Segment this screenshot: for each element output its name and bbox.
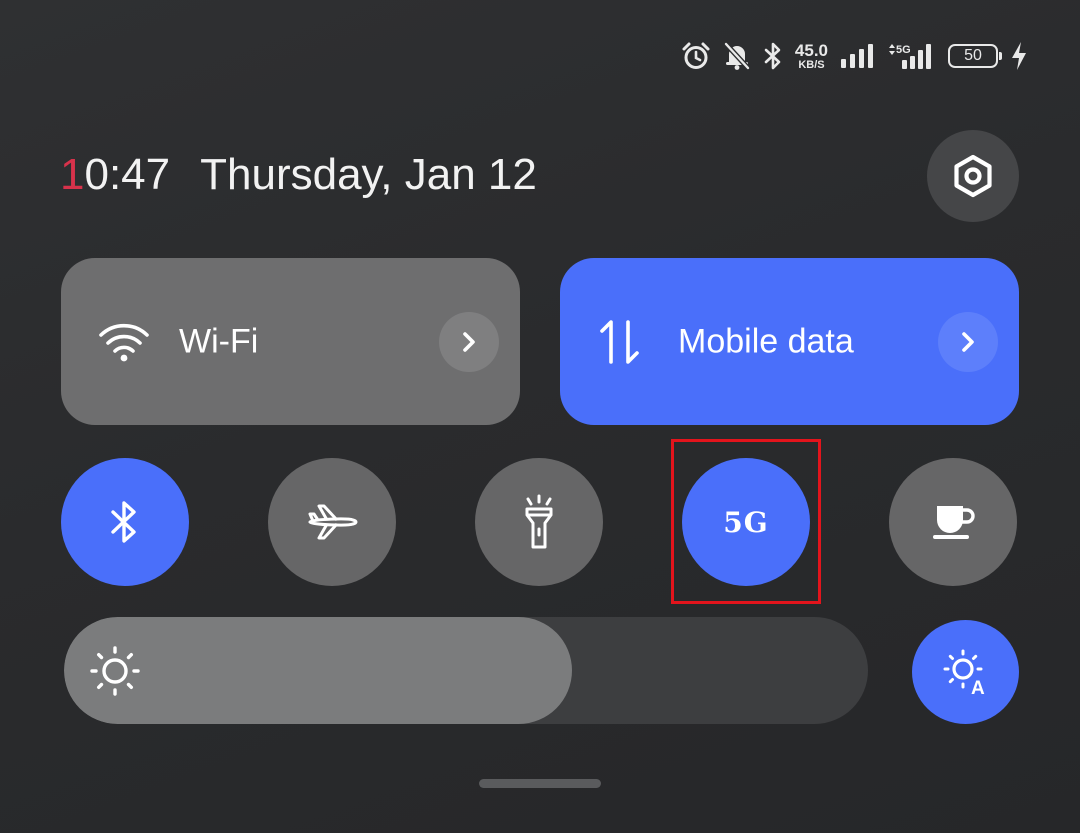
brightness-slider[interactable] [64, 617, 868, 724]
status-bar: 45.0 KB/S 5G 50 [681, 38, 1028, 74]
5g-signal-icon: 5G [886, 42, 936, 70]
flashlight-toggle[interactable] [475, 458, 603, 586]
clock-rest: 0:47 [84, 150, 171, 199]
wifi-label: Wi-Fi [179, 322, 259, 360]
airplane-icon [304, 500, 360, 544]
settings-button[interactable] [927, 130, 1019, 222]
clock-date-row: 10:47 Thursday, Jan 12 [60, 150, 537, 200]
bluetooth-icon [108, 498, 142, 546]
chevron-right-icon [958, 330, 978, 354]
5g-signal-label: 5G [896, 44, 911, 56]
panel-drag-handle[interactable] [479, 779, 601, 788]
data-arrows-icon [596, 318, 644, 366]
battery-level: 50 [964, 47, 982, 64]
bell-off-icon [723, 41, 751, 71]
5g-highlight-box [671, 439, 821, 604]
date-label[interactable]: Thursday, Jan 12 [200, 150, 537, 200]
wifi-tile[interactable]: Wi-Fi [61, 258, 520, 425]
reading-mode-toggle[interactable] [889, 458, 1017, 586]
settings-hexagon-icon [949, 152, 997, 200]
clock[interactable]: 10:47 [60, 150, 170, 200]
bluetooth-icon [763, 41, 783, 71]
svg-text:A: A [971, 678, 985, 697]
clock-first-digit: 1 [60, 150, 85, 199]
mobile-data-label: Mobile data [678, 322, 854, 360]
network-speed-unit: KB/S [798, 58, 825, 71]
auto-brightness-toggle[interactable]: A [912, 620, 1019, 724]
chevron-right-icon [459, 330, 479, 354]
network-speed: 45.0 KB/S [795, 42, 828, 71]
cup-icon [929, 500, 977, 544]
sun-icon [89, 645, 141, 697]
mobile-data-tile[interactable]: Mobile data [560, 258, 1019, 425]
flashlight-icon [519, 493, 559, 551]
mobile-data-expand-button[interactable] [938, 311, 998, 372]
wifi-icon [97, 320, 151, 364]
auto-brightness-icon: A [941, 647, 991, 697]
battery-indicator: 50 [948, 44, 1002, 68]
signal-icon [840, 43, 874, 69]
network-speed-value: 45.0 [794, 40, 828, 60]
airplane-mode-toggle[interactable] [268, 458, 396, 586]
charging-icon [1010, 41, 1028, 71]
bluetooth-toggle[interactable] [61, 458, 189, 586]
alarm-icon [681, 41, 711, 71]
wifi-expand-button[interactable] [439, 311, 499, 372]
